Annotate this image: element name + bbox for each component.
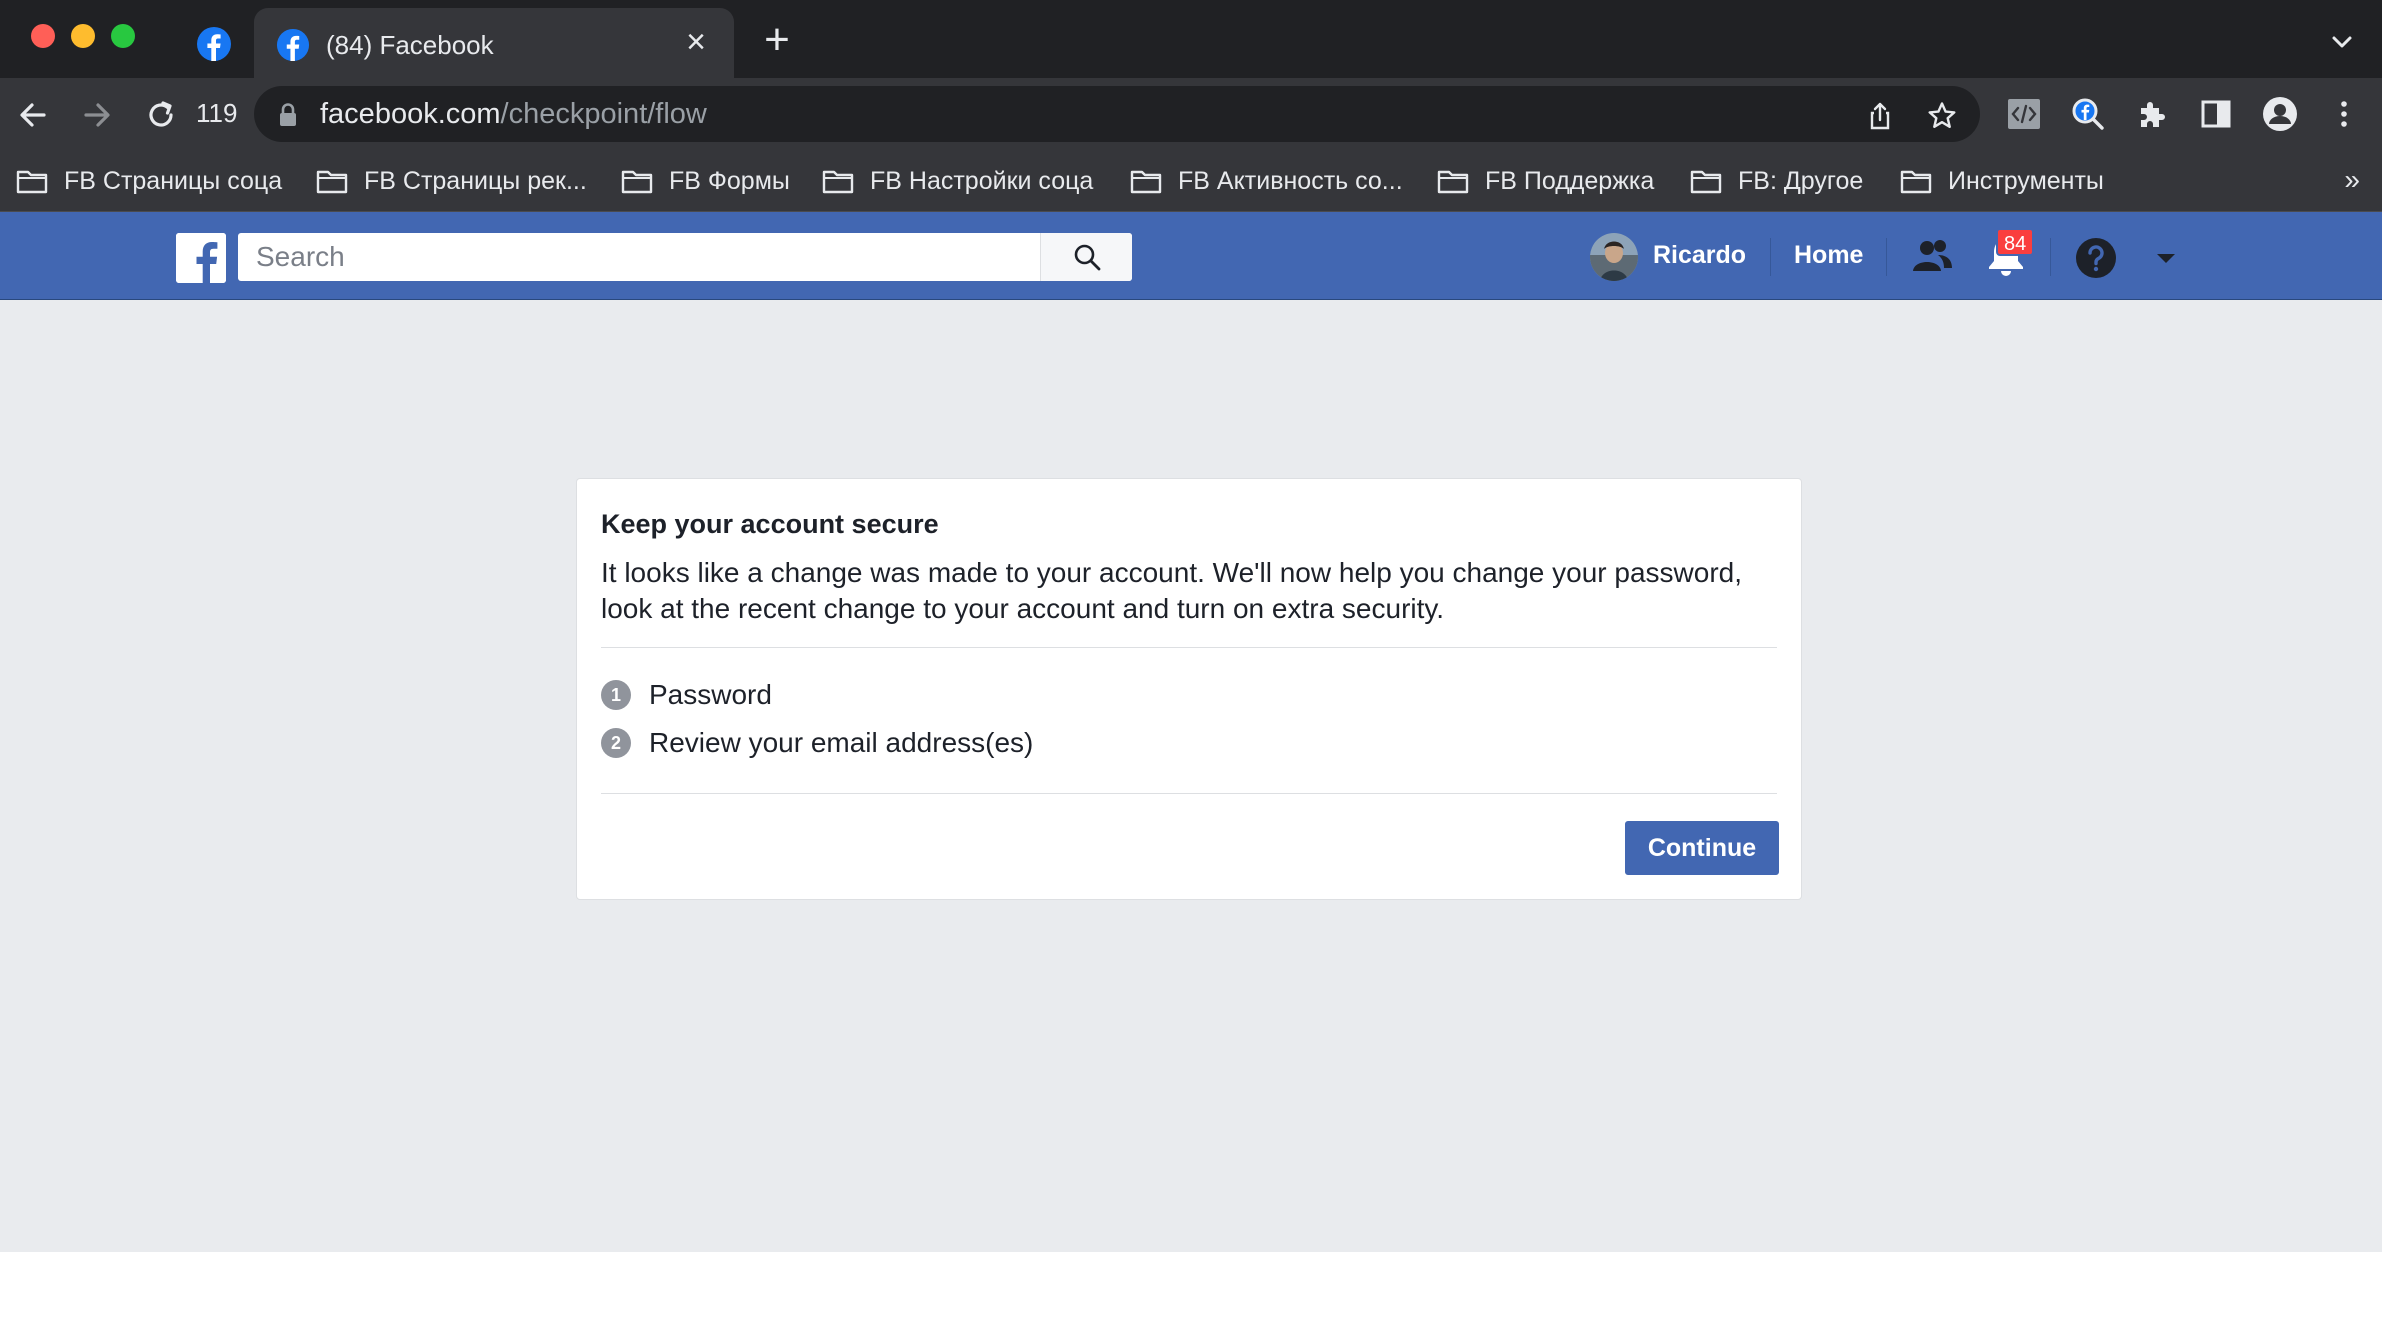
home-link[interactable]: Home (1794, 241, 1863, 270)
active-tab[interactable]: (84) Facebook × (254, 8, 734, 78)
browser-toolbar: 119 facebook.com/checkpoint/flow (0, 78, 2382, 150)
tab-search-chevron-icon[interactable] (2326, 26, 2358, 58)
checkpoint-step: 2 Review your email address(es) (601, 727, 1033, 759)
account-menu-caret-icon[interactable] (2142, 234, 2190, 282)
close-window-button[interactable] (31, 24, 55, 48)
divider (601, 793, 1777, 794)
bookmark-label: FB Страницы соца (64, 166, 283, 195)
step-number: 2 (601, 728, 631, 758)
profile-icon[interactable] (2262, 96, 2298, 132)
folder-icon (621, 170, 653, 194)
bookmark-star-icon[interactable] (1926, 100, 1958, 132)
reload-badge-text: 119 (196, 98, 238, 128)
friends-icon[interactable] (1908, 233, 1956, 281)
bookmark-folder-0[interactable]: FB Страницы соца (16, 162, 282, 200)
bookmarks-bar: FB Страницы соца FB Страницы рек... FB Ф… (0, 150, 2382, 212)
facebook-favicon-icon (276, 28, 310, 62)
side-panel-icon[interactable] (2198, 96, 2234, 132)
pinned-tab-facebook[interactable] (196, 26, 232, 62)
checkpoint-title: Keep your account secure (601, 509, 939, 539)
folder-icon (316, 170, 348, 194)
facebook-favicon-icon (197, 27, 231, 61)
bookmark-label: FB Страницы рек... (364, 166, 587, 195)
avatar[interactable] (1590, 233, 1638, 281)
forward-arrow-icon[interactable] (78, 96, 116, 134)
new-tab-button[interactable]: + (755, 18, 799, 64)
bookmark-label: FB Настройки соца (870, 166, 1094, 195)
profile-link[interactable]: Ricardo (1653, 241, 1746, 270)
facebook-search-box[interactable] (238, 233, 1132, 281)
folder-icon (1900, 170, 1932, 194)
facebook-top-bar: Ricardo Home 84 (0, 212, 2382, 300)
bookmarks-overflow-button[interactable]: » (2344, 164, 2360, 196)
browser-tab-bar: (84) Facebook × + (0, 0, 2382, 78)
checkpoint-step: 1 Password (601, 679, 772, 711)
facebook-search-extension-icon[interactable] (2070, 96, 2106, 132)
search-icon (1074, 244, 1100, 271)
search-button[interactable] (1040, 233, 1132, 281)
nav-divider (1886, 238, 1887, 276)
user-photo-icon (1590, 233, 1638, 281)
extensions-puzzle-icon[interactable] (2134, 96, 2170, 132)
reload-icon[interactable] (142, 96, 180, 134)
bookmark-label: Инструменты (1948, 166, 2104, 195)
close-tab-icon[interactable]: × (676, 22, 716, 62)
step-label: Review your email address(es) (649, 727, 1034, 758)
bookmark-folder-4[interactable]: FB Активность со... (1130, 162, 1403, 200)
url-path: /checkpoint/flow (500, 98, 707, 130)
bookmark-folder-2[interactable]: FB Формы (621, 162, 790, 200)
bookmark-folder-7[interactable]: Инструменты (1900, 162, 2104, 200)
facebook-f-icon (176, 233, 226, 283)
nav-divider (2050, 238, 2051, 276)
back-arrow-icon[interactable] (14, 96, 52, 134)
bookmark-label: FB Формы (669, 166, 790, 195)
bookmark-folder-1[interactable]: FB Страницы рек... (316, 162, 587, 200)
facebook-search-input[interactable] (238, 233, 1038, 281)
share-icon[interactable] (1864, 100, 1896, 132)
folder-icon (1690, 170, 1722, 194)
divider (601, 647, 1777, 648)
lock-icon[interactable] (276, 102, 300, 128)
bookmark-label: FB: Другое (1738, 166, 1864, 195)
bookmark-folder-3[interactable]: FB Настройки соца (822, 162, 1093, 200)
help-icon[interactable] (2072, 234, 2120, 282)
url-text[interactable]: facebook.com/checkpoint/flow (320, 98, 707, 131)
folder-icon (822, 170, 854, 194)
minimize-window-button[interactable] (71, 24, 95, 48)
step-label: Password (649, 679, 772, 710)
checkpoint-description: It looks like a change was made to your … (601, 557, 1743, 624)
browser-menu-icon[interactable] (2326, 96, 2362, 132)
bookmark-label: FB Активность со... (1178, 166, 1403, 195)
facebook-page: Ricardo Home 84 Keep your account secure… (0, 212, 2382, 1252)
folder-icon (1130, 170, 1162, 194)
folder-icon (1437, 170, 1469, 194)
continue-button[interactable]: Continue (1625, 821, 1779, 875)
folder-icon (16, 170, 48, 194)
maximize-window-button[interactable] (111, 24, 135, 48)
bookmark-folder-6[interactable]: FB: Другое (1690, 162, 1863, 200)
url-host: facebook.com (320, 98, 501, 130)
nav-divider (1770, 238, 1771, 276)
bookmark-label: FB Поддержка (1485, 166, 1655, 195)
bookmark-folder-5[interactable]: FB Поддержка (1437, 162, 1654, 200)
address-bar[interactable]: facebook.com/checkpoint/flow (254, 86, 1980, 142)
code-extension-icon[interactable] (2006, 96, 2042, 132)
step-number: 1 (601, 680, 631, 710)
facebook-logo-icon[interactable] (176, 233, 226, 283)
checkpoint-card: Keep your account secure It looks like a… (576, 478, 1802, 900)
notification-count-badge: 84 (1996, 228, 2035, 256)
tab-title: (84) Facebook (326, 30, 494, 60)
